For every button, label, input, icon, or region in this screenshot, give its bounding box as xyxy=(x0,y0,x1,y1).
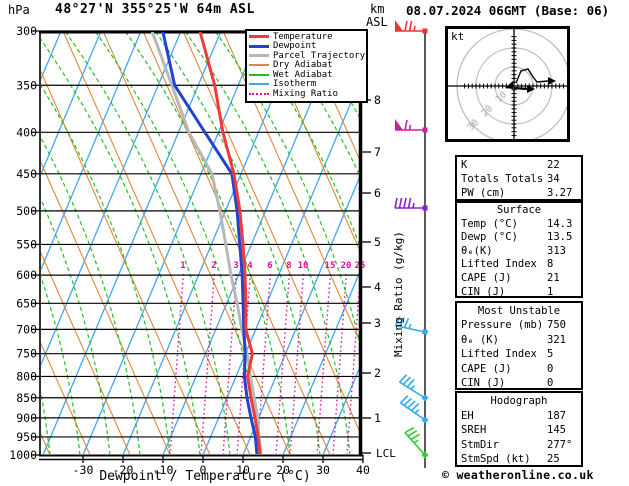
hodograph-stats-panel: Hodograph EH 187 SREH 145 StmDir 277° StmSp… xyxy=(455,391,583,467)
svg-text:1: 1 xyxy=(180,261,185,271)
svg-text:300: 300 xyxy=(16,24,37,38)
panel-row: Pressure (mb) 750 xyxy=(461,319,566,332)
hodograph: 102030 xyxy=(445,26,570,142)
dewpoint-line-swatch xyxy=(249,44,269,48)
legend-label: Temperature xyxy=(273,31,333,42)
lcl-label: LCL xyxy=(376,447,396,460)
svg-text:600: 600 xyxy=(16,268,37,282)
legend: Temperature Dewpoint Parcel Trajectory D… xyxy=(245,29,368,103)
panel-row: CAPE (J) 21 xyxy=(461,271,560,284)
svg-text:3: 3 xyxy=(233,261,238,271)
svg-text:4: 4 xyxy=(247,261,253,271)
legend-item-mixing-ratio: Mixing Ratio xyxy=(249,89,366,99)
legend-item-dry-adiabat: Dry Adiabat xyxy=(249,60,366,71)
legend-label: Dry Adiabat xyxy=(273,60,333,71)
panel-row: Dewp (°C) 13.5 xyxy=(461,231,573,244)
svg-text:500: 500 xyxy=(16,204,37,218)
timestamp: 08.07.2024 06GMT (Base: 06) xyxy=(406,3,610,18)
indices-panel: K 22 Totals Totals 34 PW (cm) 3.27 xyxy=(455,155,583,201)
svg-text:10: 10 xyxy=(298,261,309,271)
panel-row: StmDir 277° xyxy=(461,438,573,451)
sounding-page: 300 350 400 450 500 550 600 650 700 750 800 850 900 9… xyxy=(0,0,629,486)
svg-text:2: 2 xyxy=(374,366,381,380)
svg-text:950: 950 xyxy=(16,430,37,444)
svg-text:6: 6 xyxy=(267,261,272,271)
panel-title: Most Unstable xyxy=(477,305,561,317)
svg-text:2: 2 xyxy=(211,261,216,271)
svg-text:1000: 1000 xyxy=(9,448,37,462)
wind-barb xyxy=(398,374,429,402)
svg-text:900: 900 xyxy=(16,411,37,425)
legend-item-parcel: Parcel Trajectory xyxy=(249,51,366,61)
panel-row: θₑ (K) 321 xyxy=(461,333,566,346)
temperature-line-swatch xyxy=(249,35,269,39)
legend-item-dewpoint: Dewpoint xyxy=(249,41,366,52)
legend-label: Dewpoint xyxy=(273,41,317,52)
mixing-ratio-axis-label: Mixing Ratio (g/kg) xyxy=(392,231,405,357)
wet-adiabat-line-swatch xyxy=(249,73,269,76)
panel-row: PW (cm) 3.27 xyxy=(461,187,573,199)
svg-text:3: 3 xyxy=(374,316,381,330)
asl-unit-label: ASL xyxy=(366,15,388,29)
svg-text:650: 650 xyxy=(16,296,37,310)
panel-row: Lifted Index 5 xyxy=(461,348,554,361)
panel-title: Hodograph xyxy=(490,395,548,407)
footer-credit: © weatheronline.co.uk xyxy=(442,468,594,482)
svg-text:7: 7 xyxy=(374,145,381,159)
panel-row: SREH 145 xyxy=(461,424,566,437)
panel-row: Temp (°C) 14.3 xyxy=(461,217,573,230)
mixing-ratio-line-swatch xyxy=(249,92,269,95)
svg-text:8: 8 xyxy=(374,93,381,107)
most-unstable-panel: Most Unstable Pressure (mb) 750 θₑ (K) 321… xyxy=(455,301,583,390)
svg-text:20: 20 xyxy=(341,261,352,271)
pressure-unit-label: hPa xyxy=(8,3,30,17)
panel-row: CIN (J) 0 xyxy=(461,377,554,390)
panel-title: Surface xyxy=(496,204,542,216)
panel-row: CIN (J) 1 xyxy=(461,285,554,298)
parcel-line-swatch xyxy=(249,54,269,58)
wind-barb xyxy=(394,197,428,211)
svg-text:800: 800 xyxy=(16,369,37,383)
panel-row: Lifted Index 8 xyxy=(461,258,554,271)
panel-row: θₑ(K) 313 xyxy=(461,244,566,257)
svg-text:5: 5 xyxy=(374,235,381,249)
svg-text:550: 550 xyxy=(16,237,37,251)
dry-adiabat-line-swatch xyxy=(249,64,269,67)
chart-title: 48°27'N 355°25'W 64m ASL xyxy=(55,2,255,17)
svg-text:350: 350 xyxy=(16,78,37,92)
svg-text:8: 8 xyxy=(286,261,291,271)
surface-panel: Surface Temp (°C) 14.3 Dewp (°C) 13.5 θₑ(K… xyxy=(455,201,583,298)
svg-text:700: 700 xyxy=(16,322,37,336)
x-axis-label: Dewpoint / Temperature (°C) xyxy=(99,469,311,484)
wind-barb xyxy=(399,395,429,424)
panel-row: Totals Totals 34 xyxy=(461,173,560,185)
wind-barb xyxy=(404,426,429,459)
panel-row: CAPE (J) 0 xyxy=(461,362,554,375)
svg-text:400: 400 xyxy=(16,125,37,139)
legend-label: Isotherm xyxy=(273,79,317,90)
svg-text:1: 1 xyxy=(374,411,381,425)
legend-item-wet-adiabat: Wet Adiabat xyxy=(249,70,366,80)
panel-row: EH 187 xyxy=(461,409,566,422)
isotherm-line-swatch xyxy=(249,83,269,86)
svg-text:750: 750 xyxy=(16,347,37,361)
wind-barb xyxy=(395,119,428,133)
svg-text:6: 6 xyxy=(374,186,381,200)
legend-label: Wet Adiabat xyxy=(273,69,333,80)
km-axis: 8 7 6 5 4 3 2 1 xyxy=(362,93,381,454)
km-unit-label: km xyxy=(370,2,385,16)
svg-text:15: 15 xyxy=(325,261,336,271)
svg-text:450: 450 xyxy=(16,167,37,181)
panel-row: StmSpd (kt) 25 xyxy=(461,453,560,466)
legend-label: Parcel Trajectory xyxy=(273,50,366,61)
legend-item-isotherm: Isotherm xyxy=(249,79,366,90)
svg-text:850: 850 xyxy=(16,391,37,405)
legend-item-temperature: Temperature xyxy=(249,32,366,42)
wind-barb xyxy=(395,20,428,34)
svg-text:4: 4 xyxy=(374,280,381,294)
hodograph-unit-label: kt xyxy=(451,30,465,43)
panel-row: K 22 xyxy=(461,159,560,171)
legend-label: Mixing Ratio xyxy=(273,88,339,99)
